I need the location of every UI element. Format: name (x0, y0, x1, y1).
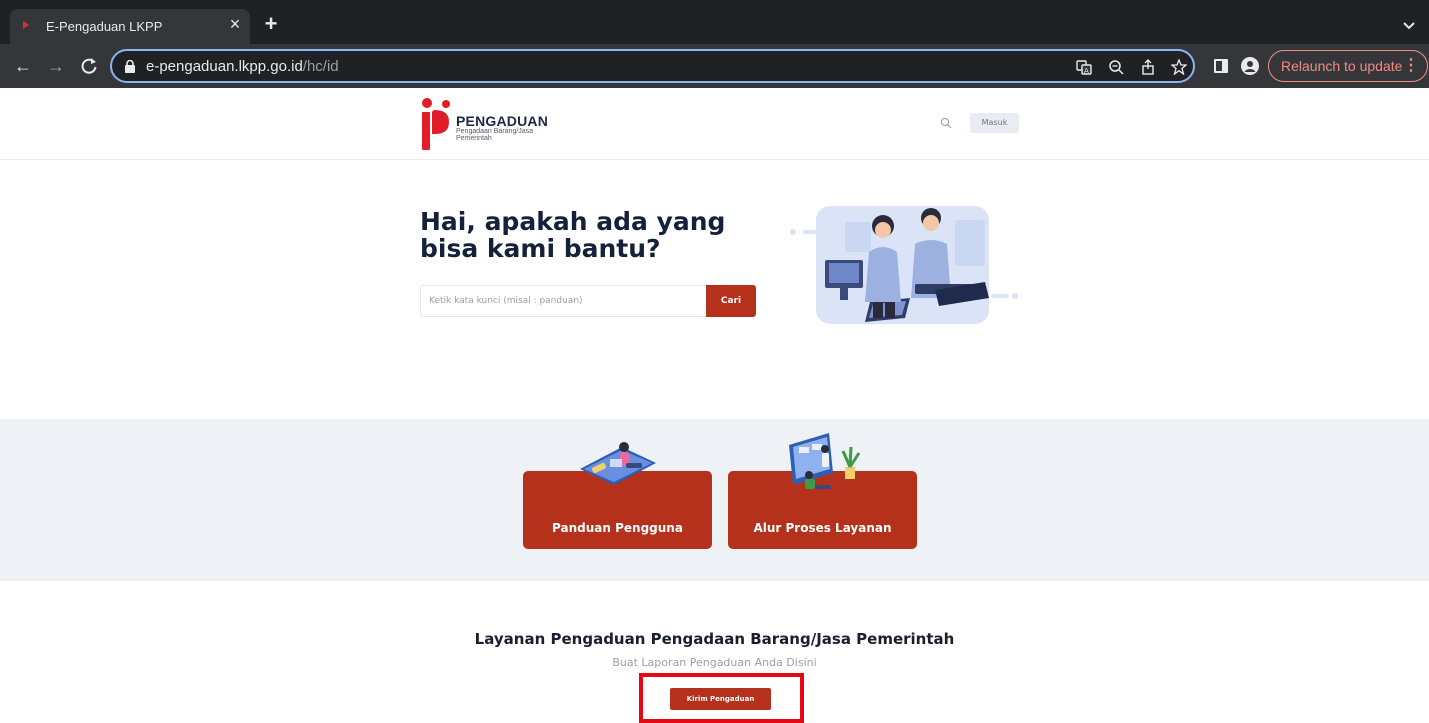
lock-icon (125, 60, 135, 73)
side-panel-icon[interactable] (1212, 57, 1230, 75)
logo-title: PENGADUAN (456, 113, 549, 129)
tab-title: E-Pengaduan LKPP (46, 19, 163, 34)
reload-icon[interactable] (78, 55, 100, 77)
translate-icon[interactable]: A (1076, 59, 1092, 75)
service-process-illustration (789, 433, 861, 489)
logo-subtitle: Pengadaan Barang/Jasa (456, 128, 534, 135)
relaunch-button[interactable]: Relaunch to update ⋮ (1268, 50, 1428, 82)
user-guide-illustration (580, 442, 656, 485)
hero-title: Hai, apakah ada yang bisa kami bantu? (420, 207, 726, 263)
hero-illustration (790, 206, 1018, 324)
more-menu-icon[interactable]: ⋮ (1403, 51, 1419, 81)
url-host: e-pengaduan.lkpp.go.id (146, 58, 303, 75)
section-subtitle: Buat Laporan Pengaduan Anda Disini (612, 656, 817, 669)
browser-toolbar: ← → e-pengaduan.lkpp.go.id/hc/id A Relau… (0, 44, 1429, 88)
forward-icon[interactable]: → (45, 55, 67, 77)
zoom-icon[interactable] (1108, 59, 1124, 75)
browser-tab[interactable]: E-Pengaduan LKPP × (10, 9, 250, 44)
page: PENGADUAN Pengadaan Barang/Jasa Pemerint… (0, 88, 1429, 723)
card-label: Panduan Pengguna (552, 521, 683, 535)
search-button[interactable]: Cari (706, 285, 756, 317)
bookmark-star-icon[interactable] (1171, 59, 1187, 75)
site-header: PENGADUAN Pengadaan Barang/Jasa Pemerint… (0, 88, 1429, 160)
close-tab-icon[interactable]: × (226, 15, 244, 33)
search-icon[interactable] (940, 117, 952, 129)
new-tab-icon[interactable]: + (262, 13, 280, 35)
section-title: Layanan Pengaduan Pengadaan Barang/Jasa … (474, 630, 955, 648)
share-icon[interactable] (1140, 59, 1156, 75)
relaunch-label: Relaunch to update (1281, 58, 1403, 74)
profile-avatar-icon[interactable] (1241, 57, 1259, 75)
search-input[interactable]: Ketik kata kunci (misal : panduan) (420, 285, 706, 317)
browser-tab-strip: E-Pengaduan LKPP × + (0, 0, 1429, 44)
favicon-icon (23, 21, 29, 29)
url-text[interactable]: e-pengaduan.lkpp.go.id/hc/id (146, 58, 339, 75)
svg-text:A: A (1084, 67, 1089, 75)
back-icon[interactable]: ← (12, 55, 34, 77)
login-button[interactable]: Masuk (970, 113, 1019, 133)
card-label: Alur Proses Layanan (753, 521, 892, 535)
quick-links-section: Panduan Pengguna Alur Proses Layanan (0, 419, 1429, 581)
logo-subtitle-line2: Pemerintah (456, 135, 492, 142)
url-path: /hc/id (302, 58, 339, 75)
address-bar[interactable]: e-pengaduan.lkpp.go.id/hc/id A (110, 49, 1195, 83)
logo-icon[interactable] (419, 98, 453, 150)
chevron-down-icon[interactable] (1402, 18, 1416, 32)
submit-complaint-button[interactable]: Kirim Pengaduan (670, 688, 771, 710)
